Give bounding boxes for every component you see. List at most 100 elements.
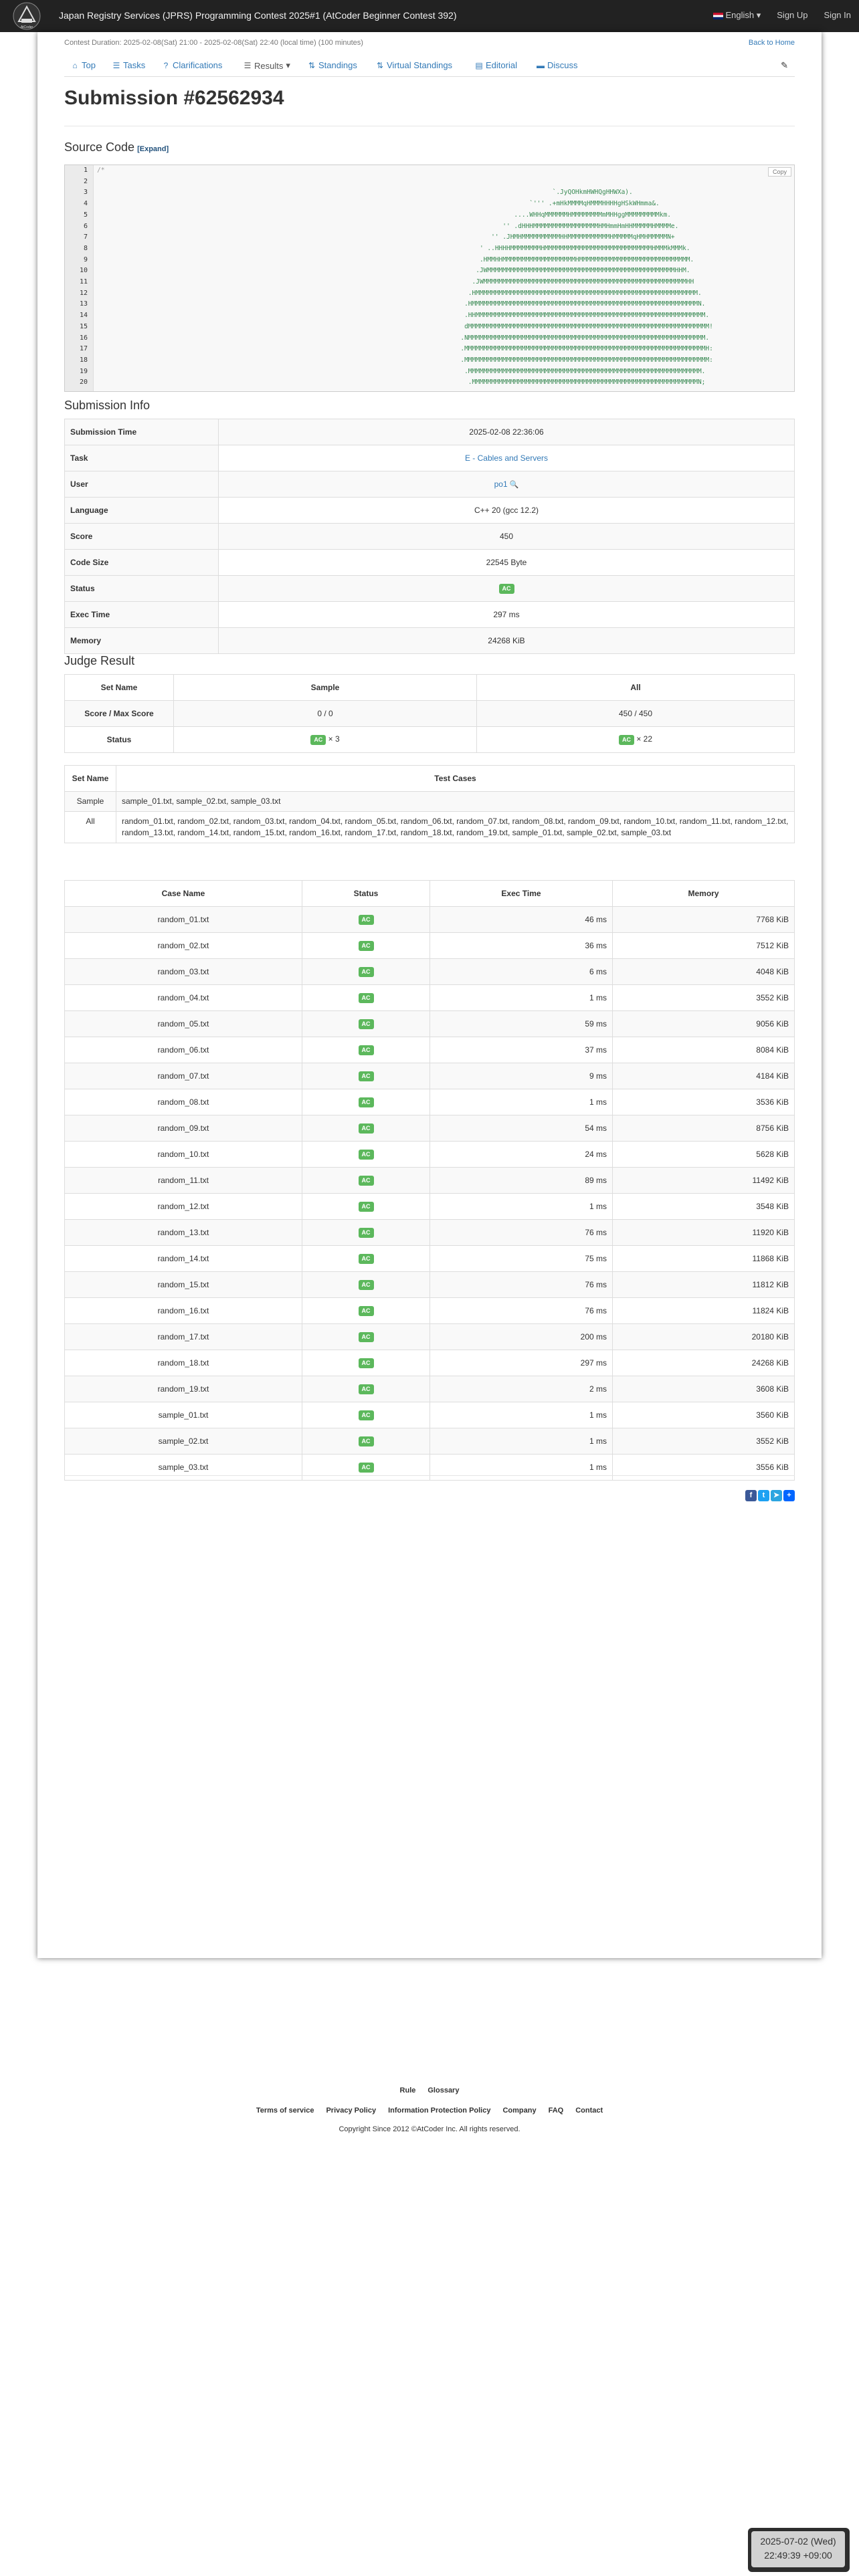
info-value-text: 24268 KiB: [488, 636, 525, 645]
tab-editorial[interactable]: ▤ Editorial: [475, 60, 517, 70]
atcoder-logo[interactable]: AtCoder: [12, 1, 41, 31]
tab-virtual-standings[interactable]: ⇅ Virtual Standings: [376, 60, 452, 70]
tab-standings[interactable]: ⇅ Standings: [308, 60, 357, 70]
status-badge[interactable]: AC: [358, 941, 374, 951]
case-status: AC: [302, 1141, 430, 1168]
case-memory: 11824 KiB: [612, 1297, 795, 1324]
tab-top[interactable]: ⌂ Top: [71, 60, 96, 70]
code-line: ' ..HHHHMMMMMMMMHMMMMMMMMMMMMMMMMMMMMMMM…: [97, 244, 690, 252]
task-link[interactable]: E - Cables and Servers: [465, 453, 548, 463]
case-name: random_14.txt: [64, 1245, 302, 1272]
telegram-icon[interactable]: ➤: [771, 1490, 782, 1501]
case-status: AC: [302, 1219, 430, 1246]
status-badge[interactable]: AC: [358, 1358, 374, 1368]
pin-icon[interactable]: ✎: [781, 60, 788, 71]
contest-title-link[interactable]: Japan Registry Services (JPRS) Programmi…: [59, 10, 457, 21]
table-row: random_11.txt AC 89 ms 11492 KiB: [64, 1167, 795, 1194]
book-icon: ▤: [475, 60, 483, 70]
status-badge[interactable]: AC: [358, 1202, 374, 1212]
footer-link[interactable]: Glossary: [427, 2086, 459, 2095]
add-share-icon[interactable]: +: [783, 1490, 795, 1501]
case-status: AC: [302, 1037, 430, 1063]
line-number-gutter: 1 2 3 4 5 6 7 8 9 10 11 12 13 14 15 16 17 18 19 20: [65, 165, 94, 391]
line-number: 13: [79, 300, 88, 308]
tab-tasks[interactable]: ☰ Tasks: [112, 60, 146, 70]
back-to-home-link[interactable]: Back to Home: [749, 39, 795, 47]
status-badge[interactable]: AC: [358, 915, 374, 925]
info-row: Code Size 22545 Byte: [64, 549, 795, 576]
clock-date: 2025-07-02 (Wed): [760, 2536, 836, 2547]
case-status: AC: [302, 1193, 430, 1220]
question-icon: ?: [163, 60, 169, 70]
status-sample: AC × 3: [173, 726, 477, 753]
judge-result-heading: Judge Result: [64, 654, 135, 667]
status-badge[interactable]: AC: [358, 1019, 374, 1029]
source-code-box[interactable]: 1 2 3 4 5 6 7 8 9 10 11 12 13 14 15 16 17 18 19 20 Copy /* …: [64, 165, 795, 392]
twitter-icon[interactable]: t: [758, 1490, 769, 1501]
line-number: 1: [83, 167, 88, 174]
sign-up-link[interactable]: Sign Up: [777, 10, 807, 21]
status-badge[interactable]: AC: [358, 993, 374, 1003]
copy-button[interactable]: Copy: [767, 167, 791, 177]
case-name: random_10.txt: [64, 1141, 302, 1168]
status-badge[interactable]: AC: [358, 1228, 374, 1238]
status-header: Status: [302, 880, 430, 907]
table-row: random_02.txt AC 36 ms 7512 KiB: [64, 932, 795, 959]
status-badge[interactable]: AC: [358, 1306, 374, 1316]
case-name: random_13.txt: [64, 1219, 302, 1246]
info-row: Score 450: [64, 523, 795, 550]
search-icon[interactable]: 🔍: [508, 481, 519, 489]
status-badge[interactable]: AC: [358, 967, 374, 977]
tab-clarifications[interactable]: ? Clarifications: [162, 60, 223, 70]
case-name: random_15.txt: [64, 1271, 302, 1298]
footer-link[interactable]: Contact: [575, 2107, 603, 2115]
footer-link[interactable]: Privacy Policy: [326, 2107, 376, 2115]
case-name: random_09.txt: [64, 1115, 302, 1142]
case-status: AC: [302, 906, 430, 933]
status-badge[interactable]: AC: [358, 1097, 374, 1107]
facebook-icon[interactable]: f: [745, 1490, 757, 1501]
case-exec-time: 1 ms: [430, 1089, 613, 1115]
tab-discuss[interactable]: ▬ Discuss: [537, 60, 578, 70]
code-line: .HHMMMMMMMMMMMMMMMMMMMMMMMMMMMMMMMMMMMMM…: [97, 312, 710, 320]
footer-link[interactable]: FAQ: [549, 2107, 564, 2115]
expand-code-link[interactable]: [Expand]: [137, 145, 169, 153]
line-number: 4: [83, 200, 88, 208]
status-badge[interactable]: AC: [358, 1150, 374, 1160]
status-badge[interactable]: AC: [358, 1463, 374, 1473]
status-badge[interactable]: AC: [358, 1410, 374, 1420]
info-key: User: [64, 471, 219, 498]
status-badge[interactable]: AC: [358, 1045, 374, 1055]
case-status: AC: [302, 1245, 430, 1272]
table-row: random_05.txt AC 59 ms 9056 KiB: [64, 1010, 795, 1037]
copyright: Copyright Since 2012 ©AtCoder Inc. All r…: [339, 2125, 520, 2133]
status-badge[interactable]: AC: [358, 1332, 374, 1342]
footer-link[interactable]: Rule: [400, 2086, 416, 2095]
footer-link[interactable]: Terms of service: [256, 2107, 314, 2115]
footer-link[interactable]: Company: [502, 2107, 536, 2115]
status-badge[interactable]: AC: [358, 1384, 374, 1394]
status-badge[interactable]: AC: [358, 1280, 374, 1290]
tab-results[interactable]: ☰ Results ▾: [244, 60, 290, 71]
status-badge[interactable]: AC: [498, 584, 514, 594]
code-line: dMMMMMMMMMMMMMMMMMMMMMMMMMMMMMMMMMMMMMMM…: [97, 322, 713, 330]
table-row: random_14.txt AC 75 ms 11868 KiB: [64, 1245, 795, 1272]
status-badge[interactable]: AC: [358, 1176, 374, 1186]
status-badge[interactable]: AC: [358, 1254, 374, 1264]
status-badge[interactable]: AC: [618, 735, 634, 745]
language-dropdown[interactable]: English ▾: [713, 10, 761, 21]
status-badge[interactable]: AC: [358, 1071, 374, 1081]
user-link[interactable]: po1: [494, 479, 508, 489]
code-line: .HMMMMMMMMMMMMMMMMMMMMMMMMMMMMMMMMMMMMMM…: [97, 300, 706, 308]
status-badge[interactable]: AC: [310, 735, 326, 745]
status-badge[interactable]: AC: [358, 1123, 374, 1134]
code-line: '' .JHMHMMMMMMMMMMHHMMMMMMMMMMMHMMMMMqHM…: [97, 233, 675, 241]
status-badge[interactable]: AC: [358, 1436, 374, 1446]
footer-link[interactable]: Information Protection Policy: [388, 2107, 490, 2115]
case-exec-time: 24 ms: [430, 1141, 613, 1168]
sign-in-link[interactable]: Sign In: [824, 10, 851, 21]
info-value: AC: [218, 575, 795, 602]
table-row: random_17.txt AC 200 ms 20180 KiB: [64, 1323, 795, 1350]
table-row: sample_03.txt AC 1 ms 3556 KiB: [64, 1454, 795, 1481]
code-line: .MMMMMMMMMMMMMMMMMMMMMMMMMMMMMMMMMMMMMMM…: [97, 356, 713, 364]
